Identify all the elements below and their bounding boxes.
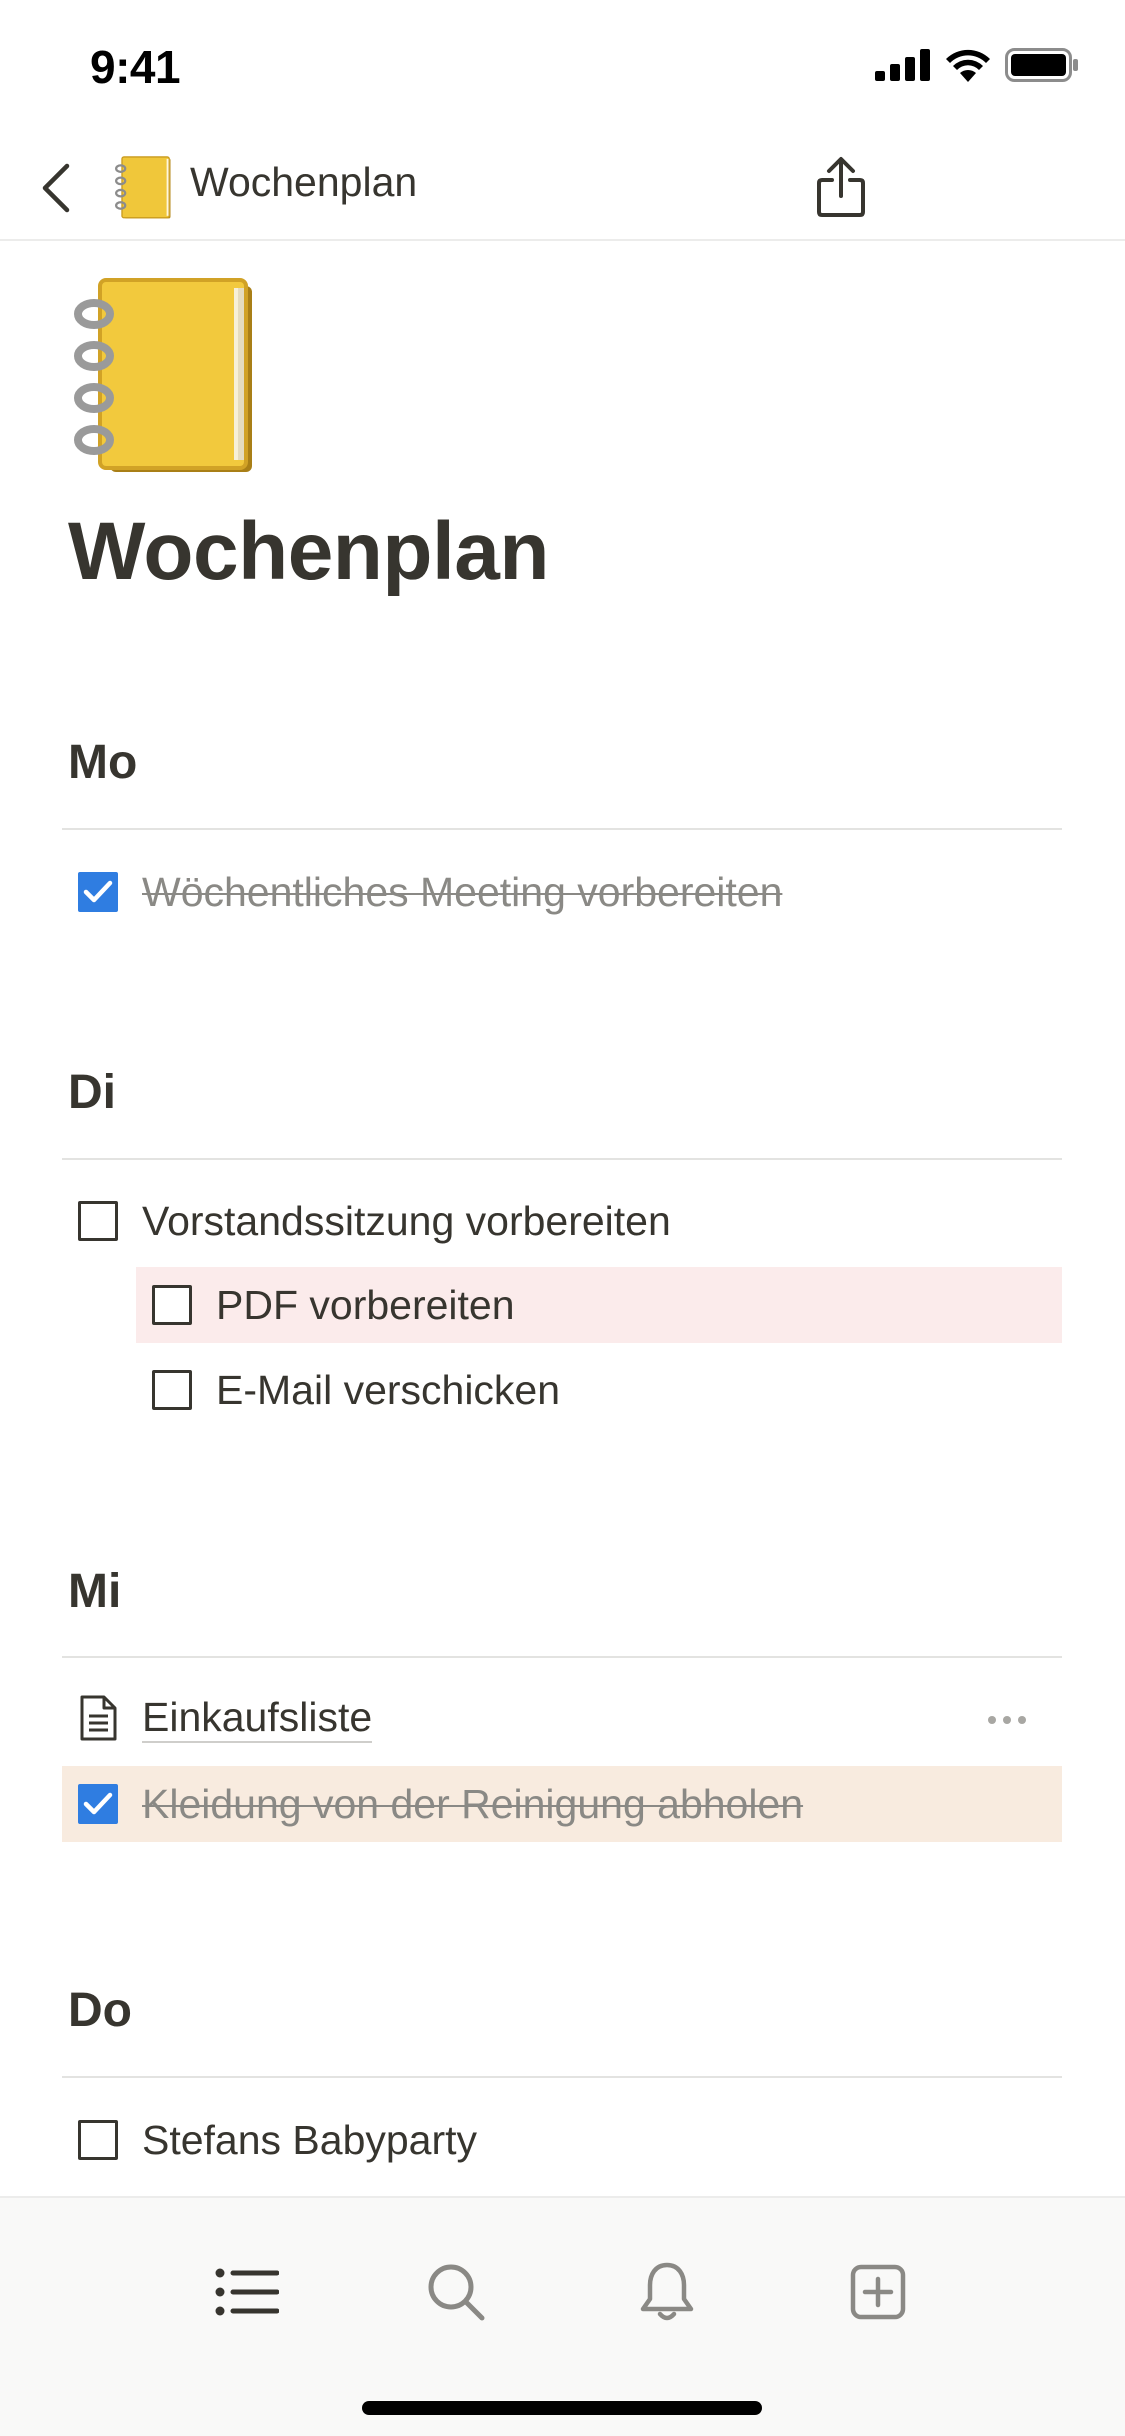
checkmark-icon [83,1792,113,1815]
status-icons [875,48,1079,82]
tab-search[interactable] [414,2250,498,2334]
status-time: 9:41 [90,41,181,93]
tab-notifications[interactable] [625,2250,709,2334]
checkmark-icon [83,880,113,903]
divider [62,828,1062,830]
divider [62,1158,1062,1160]
divider [62,1656,1062,1658]
back-button[interactable] [24,153,88,223]
search-icon [428,2264,485,2321]
list-icon [215,2268,279,2316]
section-heading-mo[interactable]: Mo [68,735,137,790]
chevron-left-icon [42,163,70,213]
todo-label[interactable]: Kleidung von der Reinigung abholen [142,1781,803,1828]
page-link[interactable]: Einkaufsliste [78,1680,978,1756]
todo-label[interactable]: PDF vorbereiten [216,1282,515,1329]
checkbox[interactable] [78,1201,118,1241]
more-dot [988,1716,996,1724]
spiral-notebook-emoji [115,156,171,219]
todo-label[interactable]: E-Mail verschicken [216,1367,560,1414]
page-title: Wochenplan [68,506,549,597]
cellular-signal-icon [875,49,930,81]
todo-item-highlighted[interactable]: Kleidung von der Reinigung abholen [62,1766,1062,1842]
nav-title: Wochenplan [190,159,418,205]
todo-label[interactable]: Stefans Babyparty [142,2117,477,2164]
todo-label[interactable]: Vorstandssitzung vorbereiten [142,1198,671,1245]
todo-item[interactable]: E-Mail verschicken [136,1352,1062,1428]
todo-item-highlighted[interactable]: PDF vorbereiten [136,1267,1062,1343]
section-heading-do[interactable]: Do [68,1983,132,2038]
page-link-label[interactable]: Einkaufsliste [142,1693,373,1743]
more-dot [1003,1716,1011,1724]
page-document-icon [80,1695,117,1741]
divider [62,2076,1062,2078]
wifi-icon [946,49,990,82]
page-icon[interactable] [68,274,258,478]
top-nav: Wochenplan [0,135,1125,241]
section-heading-mi[interactable]: Mi [68,1564,121,1619]
more-options-button[interactable] [977,1700,1037,1740]
checkbox-checked[interactable] [78,1784,118,1824]
share-icon [817,157,865,217]
checkbox[interactable] [152,1285,192,1325]
checkbox[interactable] [78,2120,118,2160]
battery-icon [1005,48,1078,82]
checkbox[interactable] [152,1370,192,1410]
section-heading-di[interactable]: Di [68,1065,116,1120]
home-indicator[interactable] [362,2401,762,2415]
todo-item[interactable]: Wöchentliches Meeting vorbereiten [78,854,1062,930]
todo-item[interactable]: Vorstandssitzung vorbereiten [78,1183,1062,1259]
todo-item[interactable]: Stefans Babyparty [78,2102,1062,2178]
share-button[interactable] [808,145,874,229]
bottom-tab-bar [0,2196,1125,2436]
tab-new-page[interactable] [836,2250,920,2334]
status-bar: 9:41 [0,0,1125,135]
todo-label[interactable]: Wöchentliches Meeting vorbereiten [142,869,782,916]
plus-square-icon [850,2264,906,2320]
bell-icon [640,2262,694,2321]
tab-list[interactable] [205,2250,289,2334]
more-dot [1018,1716,1026,1724]
checkbox-checked[interactable] [78,872,118,912]
